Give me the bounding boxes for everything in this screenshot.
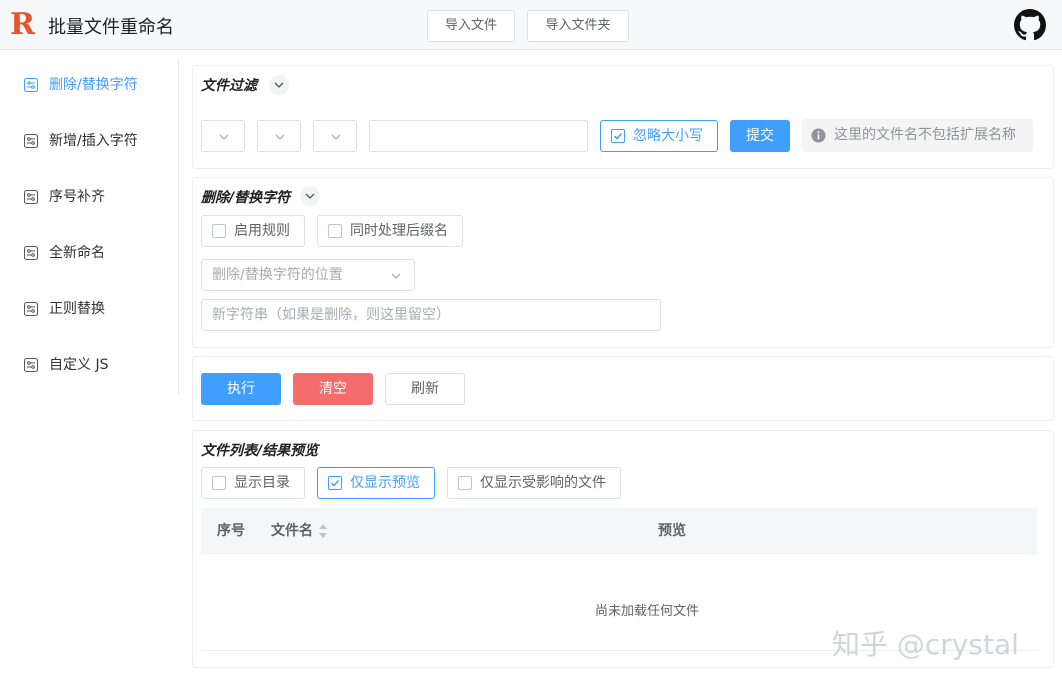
info-icon <box>811 128 826 143</box>
top-bar: R 批量文件重命名 导入文件 导入文件夹 <box>0 0 1062 50</box>
checkbox-box <box>212 224 226 238</box>
new-string-input[interactable]: 新字符串（如果是删除，则这里留空） <box>201 299 661 331</box>
column-index: 序号 <box>217 523 245 539</box>
chevron-down-icon <box>391 273 401 279</box>
sidebar-item-rename[interactable]: 全新命名 <box>0 233 176 273</box>
new-string-placeholder: 新字符串（如果是删除，则这里留空） <box>212 307 450 323</box>
chevron-down-icon <box>219 134 229 140</box>
check-icon <box>613 132 623 140</box>
settings-icon <box>24 78 38 92</box>
sidebar-item-label: 自定义 JS <box>49 357 109 373</box>
settings-icon <box>24 134 38 148</box>
chevron-down-icon[interactable] <box>300 186 320 206</box>
sidebar-item-label: 新增/插入字符 <box>49 133 138 149</box>
column-preview: 预览 <box>658 523 686 539</box>
enable-rule-label: 启用规则 <box>234 223 290 239</box>
sort-icon[interactable] <box>317 522 329 540</box>
checkbox-box <box>458 476 472 490</box>
empty-table-text: 尚未加载任何文件 <box>201 600 1062 619</box>
watermark: 知乎 @crystal <box>832 628 1019 661</box>
sidebar-item-replace[interactable]: 删除/替换字符 <box>0 65 176 105</box>
filter-select-2[interactable] <box>257 120 301 152</box>
app-logo: R <box>10 7 35 42</box>
filter-hint-text: 这里的文件名不包括扩展名称 <box>834 127 1016 143</box>
preview-only-checkbox[interactable]: 仅显示预览 <box>317 467 435 499</box>
sidebar-item-insert[interactable]: 新增/插入字符 <box>0 121 176 161</box>
table-header: 序号 文件名 预览 <box>201 508 1037 554</box>
filter-select-3[interactable] <box>313 120 357 152</box>
filter-title: 文件过滤 <box>201 78 257 94</box>
ignore-case-label: 忽略大小写 <box>633 128 703 144</box>
position-select[interactable]: 删除/替换字符的位置 <box>201 259 415 291</box>
app-title: 批量文件重命名 <box>48 17 174 38</box>
show-dirs-checkbox[interactable]: 显示目录 <box>201 467 305 499</box>
chevron-down-icon <box>331 134 341 140</box>
refresh-button[interactable]: 刷新 <box>385 373 465 405</box>
process-suffix-label: 同时处理后缀名 <box>350 223 448 239</box>
import-file-button[interactable]: 导入文件 <box>427 10 515 42</box>
filter-card <box>192 65 1054 169</box>
sidebar-item-regex[interactable]: 正则替换 <box>0 289 176 329</box>
settings-icon <box>24 358 38 372</box>
github-icon[interactable] <box>1014 9 1046 41</box>
filter-select-1[interactable] <box>201 120 245 152</box>
filter-text-input[interactable] <box>369 120 588 152</box>
filter-hint: 这里的文件名不包括扩展名称 <box>802 119 1033 152</box>
checkbox-box <box>328 224 342 238</box>
settings-icon <box>24 302 38 316</box>
enable-rule-checkbox[interactable]: 启用规则 <box>201 215 305 247</box>
empty-table-label: 尚未加载任何文件 <box>594 604 699 619</box>
sidebar-item-label: 全新命名 <box>49 245 105 261</box>
sidebar-item-padding[interactable]: 序号补齐 <box>0 177 176 217</box>
ignore-case-checkbox[interactable]: 忽略大小写 <box>600 120 718 152</box>
sidebar-item-label: 正则替换 <box>49 301 105 317</box>
import-folder-button[interactable]: 导入文件夹 <box>527 10 629 42</box>
sidebar-divider <box>178 58 179 394</box>
file-list-title: 文件列表/结果预览 <box>201 443 319 459</box>
checkbox-box <box>611 129 625 143</box>
column-filename[interactable]: 文件名 <box>271 508 313 554</box>
clear-button[interactable]: 清空 <box>293 373 373 405</box>
settings-icon <box>24 190 38 204</box>
affected-only-label: 仅显示受影响的文件 <box>480 475 606 491</box>
checkbox-box <box>212 476 226 490</box>
sidebar-item-label: 序号补齐 <box>49 189 105 205</box>
sidebar-item-custom-js[interactable]: 自定义 JS <box>0 345 176 385</box>
settings-icon <box>24 246 38 260</box>
affected-only-checkbox[interactable]: 仅显示受影响的文件 <box>447 467 621 499</box>
sidebar: 删除/替换字符 新增/插入字符 序号补齐 全新命名 正则替换 自定义 JS <box>0 50 180 690</box>
check-icon <box>330 479 340 487</box>
execute-button[interactable]: 执行 <box>201 373 281 405</box>
process-suffix-checkbox[interactable]: 同时处理后缀名 <box>317 215 463 247</box>
position-placeholder: 删除/替换字符的位置 <box>212 267 343 283</box>
checkbox-box <box>328 476 342 490</box>
show-dirs-label: 显示目录 <box>234 475 290 491</box>
chevron-down-icon[interactable] <box>269 75 289 95</box>
preview-only-label: 仅显示预览 <box>350 475 420 491</box>
chevron-down-icon <box>275 134 285 140</box>
replace-title: 删除/替换字符 <box>201 190 291 206</box>
submit-button[interactable]: 提交 <box>730 120 790 152</box>
sidebar-item-label: 删除/替换字符 <box>49 77 138 93</box>
